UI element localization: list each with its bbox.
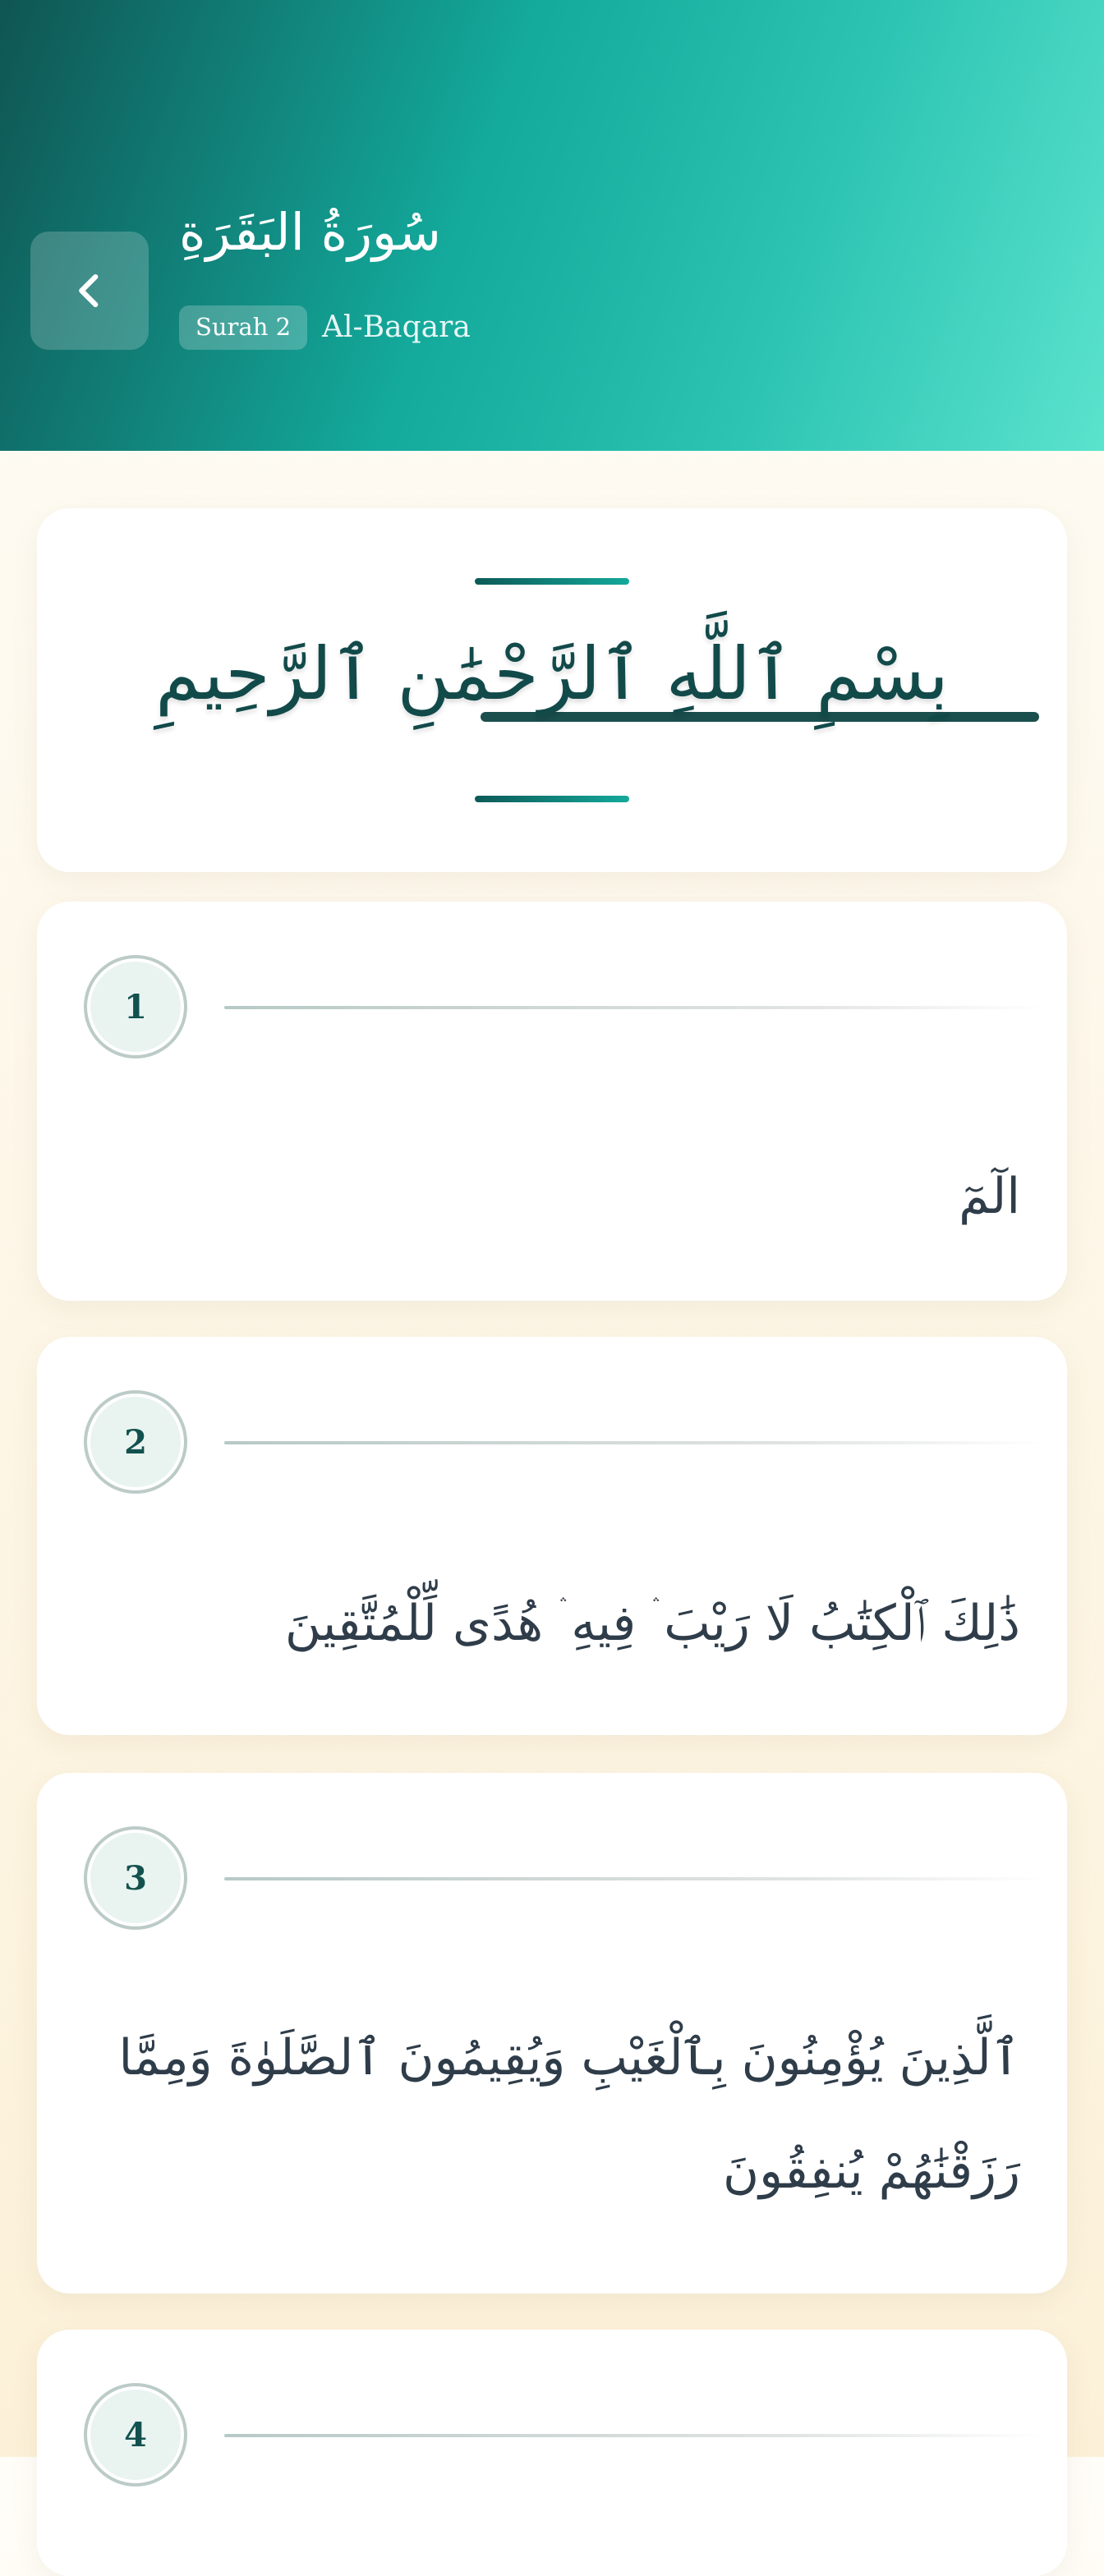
- ornament-line-top: [475, 578, 629, 585]
- verse-number: 3: [124, 1858, 147, 1898]
- surah-subtitle: Surah 2 Al-Baqara: [179, 305, 471, 350]
- verse-number-badge: 3: [84, 1826, 187, 1930]
- verse-number-badge: 4: [84, 2383, 187, 2486]
- verse-card[interactable]: 4: [37, 2330, 1067, 2576]
- surah-title-english: Al-Baqara: [322, 310, 471, 345]
- ornament-line-bottom: [475, 796, 629, 802]
- verse-number: 4: [124, 2415, 147, 2454]
- surah-header: سُورَةُ البَقَرَةِ Surah 2 Al-Baqara: [0, 0, 1104, 451]
- verse-text: ٱلَّذِينَ يُؤْمِنُونَ بِٱلْغَيْبِ وَيُقِ…: [118, 2029, 1021, 2200]
- verse-card[interactable]: 1 الٓمٓ: [37, 902, 1067, 1301]
- verse-number-badge: 1: [84, 955, 187, 1058]
- verse-divider: [224, 1441, 1046, 1444]
- bismillah-card: بِسْمِ ٱللَّهِ ٱلرَّحْمَٰنِ ٱلرَّحِيمِ: [37, 508, 1067, 872]
- surah-title-arabic: سُورَةُ البَقَرَةِ: [179, 202, 441, 262]
- surah-number-badge: Surah 2: [179, 305, 308, 350]
- verse-number: 1: [124, 987, 147, 1026]
- verse-text: ذَٰلِكَ ٱلْكِتَٰبُ لَا رَيْبَ ۛ فِيهِ ۛ …: [284, 1595, 1020, 1652]
- verse-divider: [224, 1006, 1046, 1009]
- chevron-left-icon: [79, 273, 99, 308]
- verse-divider: [224, 1877, 1046, 1880]
- verse-number-badge: 2: [84, 1390, 187, 1494]
- verse-text: الٓمٓ: [959, 1168, 1020, 1225]
- back-button[interactable]: [30, 232, 149, 350]
- bismillah-text: بِسْمِ ٱللَّهِ ٱلرَّحْمَٰنِ ٱلرَّحِيمِ: [155, 631, 949, 716]
- verse-divider: [224, 2434, 1046, 2437]
- verse-card[interactable]: 2 ذَٰلِكَ ٱلْكِتَٰبُ لَا رَيْبَ ۛ فِيهِ …: [37, 1337, 1067, 1735]
- verse-card[interactable]: 3 ٱلَّذِينَ يُؤْمِنُونَ بِٱلْغَيْبِ وَيُ…: [37, 1773, 1067, 2294]
- verse-number: 2: [124, 1422, 147, 1462]
